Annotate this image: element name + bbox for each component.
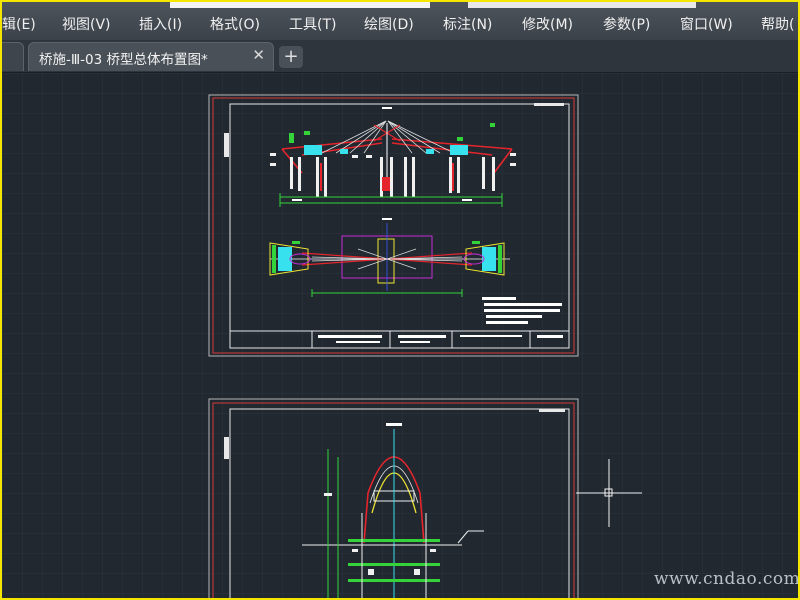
tab-bar: 桥施-Ⅲ-03 桥型总体布置图* ✕ + xyxy=(2,40,798,73)
menu-dimension[interactable]: 标注(N) xyxy=(443,15,492,35)
menu-window[interactable]: 窗口(W) xyxy=(680,15,733,35)
close-icon[interactable]: ✕ xyxy=(252,46,265,64)
search-field[interactable] xyxy=(468,2,696,8)
menu-edit[interactable]: 辑(E) xyxy=(2,15,36,35)
tab-previous[interactable] xyxy=(2,42,24,71)
menu-bar: 辑(E) 视图(V) 插入(I) 格式(O) 工具(T) 绘图(D) 标注(N)… xyxy=(2,2,798,40)
plus-icon[interactable]: + xyxy=(279,46,303,68)
app-window: 辑(E) 视图(V) 插入(I) 格式(O) 工具(T) 绘图(D) 标注(N)… xyxy=(2,2,798,598)
menu-insert[interactable]: 插入(I) xyxy=(139,15,182,35)
model-space[interactable] xyxy=(2,73,798,598)
title-field xyxy=(170,2,430,8)
menu-modify[interactable]: 修改(M) xyxy=(522,15,573,35)
menu-tools[interactable]: 工具(T) xyxy=(289,15,336,35)
menu-help[interactable]: 帮助( xyxy=(761,15,794,35)
menu-view[interactable]: 视图(V) xyxy=(62,15,111,35)
menu-draw[interactable]: 绘图(D) xyxy=(364,15,414,35)
watermark: www.cndao.com xyxy=(654,569,798,589)
tab-drawing-label: 桥施-Ⅲ-03 桥型总体布置图* xyxy=(39,52,208,68)
menu-format[interactable]: 格式(O) xyxy=(210,15,260,35)
tab-drawing[interactable]: 桥施-Ⅲ-03 桥型总体布置图* ✕ xyxy=(28,42,274,71)
menu-parameter[interactable]: 参数(P) xyxy=(603,15,650,35)
drawing-canvas[interactable] xyxy=(2,73,798,598)
